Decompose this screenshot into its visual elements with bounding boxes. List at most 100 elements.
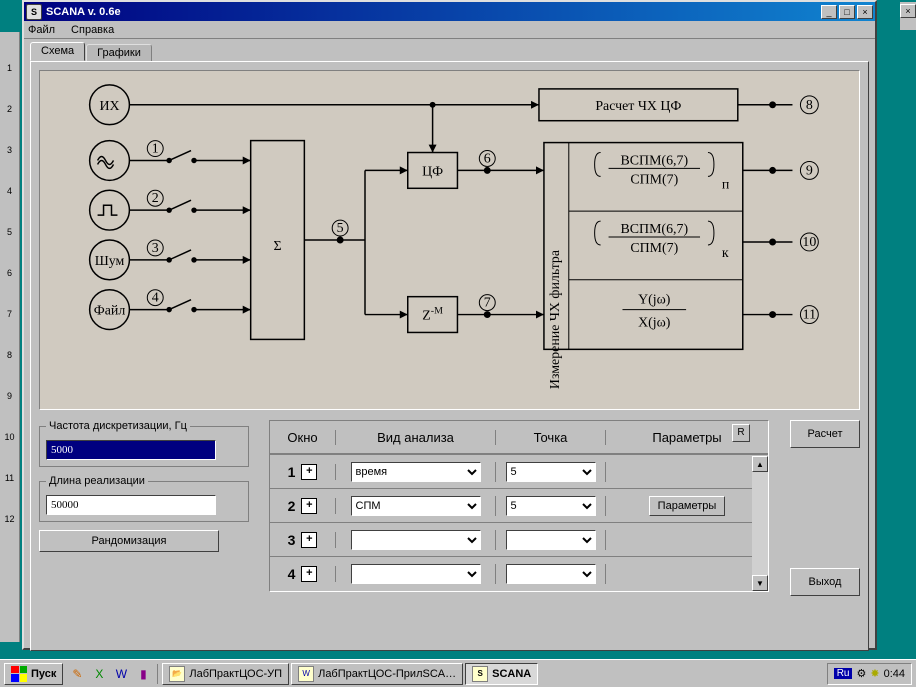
analysis-table: R Окно Вид анализа Точка Параметры 1 + в… [269, 420, 769, 592]
svg-text:3: 3 [152, 241, 159, 256]
label-sample-rate: Частота дискретизации, Гц [46, 420, 190, 432]
folder-icon: 📂 [169, 666, 185, 682]
calculate-button[interactable]: Расчет [790, 420, 860, 448]
start-label: Пуск [31, 668, 56, 680]
randomize-button[interactable]: Рандомизация [39, 530, 219, 552]
row-number: 2 [288, 498, 296, 514]
signal-flow-diagram: ИХ Шум Файл 1 2 3 4 [39, 70, 860, 410]
menubar: Файл Справка [24, 21, 875, 39]
system-tray: Ru ⚙ ✸ 0:44 [827, 663, 912, 685]
task-button[interactable]: S SCANA [465, 663, 538, 685]
svg-text:Y(jω): Y(jω) [638, 293, 671, 308]
vid-select[interactable] [351, 530, 481, 550]
expand-button[interactable]: + [301, 464, 317, 480]
svg-text:СПМ(7): СПМ(7) [630, 172, 678, 187]
label-length: Длина реализации [46, 475, 148, 487]
tab-schema[interactable]: Схема [30, 42, 85, 61]
svg-text:ИХ: ИХ [99, 99, 119, 114]
row-number: 3 [288, 532, 296, 548]
svg-text:2: 2 [152, 191, 159, 206]
group-length: Длина реализации [39, 475, 249, 522]
svg-text:СПМ(7): СПМ(7) [630, 241, 678, 256]
analysis-header: Окно Вид анализа Точка Параметры [270, 421, 768, 455]
svg-text:11: 11 [803, 308, 816, 323]
window-title: SCANA v. 0.6e [46, 6, 121, 18]
vid-select[interactable] [351, 564, 481, 584]
menu-file[interactable]: Файл [28, 24, 55, 36]
background-ruler: 1 2 3 4 5 6 7 8 9 10 11 12 [0, 32, 20, 642]
maximize-button[interactable]: □ [839, 5, 855, 19]
reset-button[interactable]: R [732, 424, 750, 442]
input-length[interactable] [46, 495, 216, 515]
app-icon: S [472, 666, 488, 682]
app-window: S SCANA v. 0.6e _ □ × Файл Справка Схема… [22, 0, 877, 650]
input-sample-rate[interactable] [46, 440, 216, 460]
svg-text:п: п [722, 177, 730, 192]
vid-select[interactable]: время [351, 462, 481, 482]
minimize-button[interactable]: _ [821, 5, 837, 19]
point-select[interactable] [506, 530, 596, 550]
analysis-row: 3 + [270, 523, 768, 557]
svg-text:5: 5 [337, 221, 344, 236]
task-button[interactable]: W ЛабПрактЦОС-ПрилSCA… [291, 663, 463, 685]
exit-button[interactable]: Выход [790, 568, 860, 596]
svg-text:9: 9 [806, 163, 813, 178]
point-select[interactable]: 5 [506, 462, 596, 482]
svg-text:7: 7 [484, 296, 491, 311]
menu-help[interactable]: Справка [71, 24, 114, 36]
system-menu-icon[interactable]: S [26, 4, 42, 20]
word-icon: W [298, 666, 314, 682]
svg-text:Измерение ЧХ фильтра: Измерение ЧХ фильтра [548, 250, 563, 389]
diagram-svg: ИХ Шум Файл 1 2 3 4 [40, 71, 859, 409]
row-number: 1 [288, 464, 296, 480]
svg-text:ВСПМ(6,7): ВСПМ(6,7) [620, 153, 688, 168]
task-button[interactable]: 📂 ЛабПрактЦОС-УП [162, 663, 289, 685]
svg-text:ВСПМ(6,7): ВСПМ(6,7) [620, 222, 688, 237]
language-indicator[interactable]: Ru [834, 668, 853, 679]
vid-select[interactable]: СПМ [351, 496, 481, 516]
svg-text:Σ: Σ [273, 239, 281, 254]
tray-icon[interactable]: ✸ [870, 667, 879, 680]
svg-text:10: 10 [802, 235, 816, 250]
start-button[interactable]: Пуск [4, 663, 63, 685]
close-icon[interactable]: × [900, 4, 916, 18]
background-word-close: × [900, 2, 916, 30]
point-select[interactable]: 5 [506, 496, 596, 516]
analysis-row: 1 + время 5 [270, 455, 768, 489]
ql-icon[interactable]: ▮ [133, 664, 153, 684]
expand-button[interactable]: + [301, 498, 317, 514]
row-number: 4 [288, 566, 296, 582]
col-vid: Вид анализа [336, 430, 496, 445]
analysis-scrollbar[interactable]: ▲ ▼ [752, 456, 768, 591]
ql-icon[interactable]: X [89, 664, 109, 684]
svg-text:X(jω): X(jω) [638, 315, 671, 330]
svg-text:Шум: Шум [95, 254, 125, 269]
titlebar[interactable]: S SCANA v. 0.6e _ □ × [24, 2, 875, 21]
quick-launch: ✎ X W ▮ [67, 664, 158, 684]
task-label: ЛабПрактЦОС-УП [189, 668, 282, 680]
taskbar: Пуск ✎ X W ▮ 📂 ЛабПрактЦОС-УП W ЛабПракт… [0, 659, 916, 687]
analysis-row: 4 + [270, 557, 768, 591]
clock[interactable]: 0:44 [884, 668, 905, 680]
expand-button[interactable]: + [301, 566, 317, 582]
window-close-button[interactable]: × [857, 5, 873, 19]
expand-button[interactable]: + [301, 532, 317, 548]
ql-icon[interactable]: W [111, 664, 131, 684]
svg-text:4: 4 [152, 291, 159, 306]
row-params-button[interactable]: Параметры [649, 496, 726, 516]
svg-text:ЦФ: ЦФ [422, 164, 443, 179]
tray-icon[interactable]: ⚙ [856, 667, 866, 680]
ql-icon[interactable]: ✎ [67, 664, 87, 684]
windows-icon [11, 666, 27, 682]
col-pt: Точка [496, 430, 606, 445]
svg-text:8: 8 [806, 98, 813, 113]
svg-text:к: к [722, 246, 729, 261]
svg-text:Расчет ЧХ ЦФ: Расчет ЧХ ЦФ [595, 99, 681, 114]
tab-body: ИХ Шум Файл 1 2 3 4 [30, 61, 869, 651]
scroll-up-icon[interactable]: ▲ [752, 456, 768, 472]
scroll-down-icon[interactable]: ▼ [752, 575, 768, 591]
point-select[interactable] [506, 564, 596, 584]
group-sample-rate: Частота дискретизации, Гц [39, 420, 249, 467]
svg-text:6: 6 [484, 151, 491, 166]
tabstrip: Схема Графики [30, 42, 875, 61]
